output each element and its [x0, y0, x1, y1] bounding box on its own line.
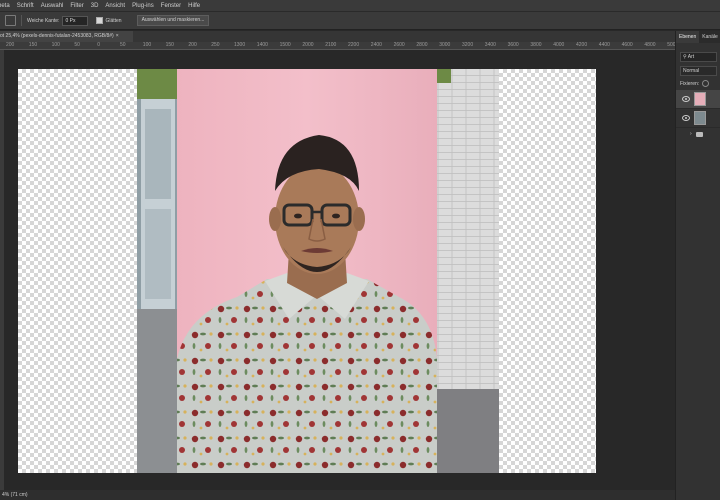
document-tab[interactable]: ot 25,4% (pexels-dennis-futalan-2453083,… — [0, 31, 133, 42]
ruler-tick-label: 1500 — [279, 42, 291, 48]
menu-item-help[interactable]: Hilfe — [188, 3, 200, 9]
document-tab-bar: ot 25,4% (pexels-dennis-futalan-2453083,… — [0, 31, 675, 42]
layer-filter-select[interactable]: ⚲ Art — [680, 52, 717, 62]
ruler-tick-label: 100 — [51, 42, 60, 48]
ruler-tick-label: 0 — [97, 42, 100, 48]
menu-item-edit[interactable]: beta — [0, 3, 10, 9]
close-icon[interactable]: × — [116, 33, 119, 39]
transparent-area-right — [499, 69, 596, 473]
blend-mode-select[interactable]: Normal — [680, 66, 717, 76]
menu-item-plugins[interactable]: Plug-ins — [132, 3, 154, 9]
ruler-tick-label: 4600 — [621, 42, 633, 48]
panel-tabs: Ebenen Kanäle — [676, 31, 720, 43]
lock-icon[interactable] — [702, 80, 710, 87]
ruler-tick-label: 2400 — [370, 42, 382, 48]
chevron-right-icon[interactable]: › — [690, 131, 692, 137]
menu-item-filter[interactable]: Filter — [70, 3, 83, 9]
transparent-area-left — [18, 69, 137, 473]
layers-panel: Ebenen Kanäle ⚲ Art Normal Fixieren: › — [675, 31, 720, 500]
ruler-tick-label: 3800 — [530, 42, 542, 48]
ruler-tick-label: 5000 — [667, 42, 675, 48]
visibility-eye-icon[interactable] — [682, 115, 690, 121]
layer-filter-label: Art — [687, 54, 695, 60]
ruler-tick-label: 3200 — [462, 42, 474, 48]
softedge-label: Weiche Kante: — [27, 17, 60, 24]
menu-item-3d[interactable]: 3D — [91, 3, 99, 9]
tab-layers[interactable]: Ebenen — [676, 31, 700, 43]
ruler-tick-label: 150 — [165, 42, 174, 48]
ruler-tick-label: 2800 — [416, 42, 428, 48]
ruler-tick-label: 200 — [188, 42, 197, 48]
document-tab-title: ot 25,4% (pexels-dennis-futalan-2453083,… — [0, 33, 114, 39]
status-bar: 4% (71 cm) — [0, 490, 675, 500]
menu-bar: beta Schrift Auswahl Filter 3D Ansicht P… — [0, 0, 720, 11]
ruler-tick-label: 4400 — [598, 42, 610, 48]
smooth-checkbox[interactable] — [96, 17, 104, 24]
folder-icon — [695, 131, 703, 137]
ruler-tick-label: 3000 — [439, 42, 451, 48]
ruler-tick-label: 150 — [28, 42, 38, 48]
ruler-tick-label: 100 — [142, 42, 152, 48]
menu-item-select[interactable]: Auswahl — [41, 3, 64, 9]
visibility-eye-icon[interactable] — [682, 96, 690, 102]
ruler-tick-label: 4200 — [576, 42, 588, 48]
ruler-tick-label: 3400 — [484, 42, 496, 48]
lock-label: Fixieren: — [680, 80, 700, 87]
divider — [21, 15, 22, 26]
softedge-input[interactable]: 0 Px — [62, 15, 89, 26]
ruler-tick-label: 2000 — [302, 42, 314, 48]
horizontal-ruler[interactable]: 200 150 100 50 0 50 100 150 200 250 1300 1400 1500 20… — [0, 42, 675, 50]
layer-thumbnail — [694, 92, 706, 106]
canvas-area[interactable] — [4, 50, 675, 490]
layer-thumbnail — [694, 111, 706, 125]
ruler-tick-label: 4000 — [553, 42, 565, 48]
layer-row-background[interactable] — [676, 109, 720, 128]
menu-item-view[interactable]: Ansicht — [105, 3, 125, 9]
tab-channels[interactable]: Kanäle — [699, 31, 720, 43]
ruler-tick-label: 50 — [74, 42, 80, 48]
ruler-tick-label: 1300 — [234, 42, 246, 48]
tool-preset-icon[interactable] — [5, 15, 16, 26]
layer-group-row[interactable]: › — [676, 128, 720, 140]
options-bar: Weiche Kante: 0 Px Glätten Auswählen und… — [0, 11, 720, 30]
ruler-tick-label: 2100 — [325, 42, 337, 48]
ruler-tick-label: 50 — [120, 42, 126, 48]
layer-row-photo[interactable] — [676, 90, 720, 109]
lock-row: Fixieren: — [680, 80, 720, 87]
ruler-tick-label: 2200 — [348, 42, 360, 48]
select-and-mask-button[interactable]: Auswählen und maskieren... — [136, 15, 210, 26]
menu-item-type[interactable]: Schrift — [17, 3, 34, 9]
photo-layer — [137, 69, 499, 473]
menu-item-window[interactable]: Fenster — [161, 3, 181, 9]
ruler-tick-label: 3600 — [507, 42, 519, 48]
zoom-readout: 4% (71 cm) — [2, 492, 28, 498]
ruler-tick-label: 250 — [211, 42, 220, 48]
smooth-label: Glätten — [105, 17, 122, 24]
ruler-tick-label: 2600 — [393, 42, 405, 48]
search-icon: ⚲ — [683, 54, 687, 60]
ruler-tick-label: 4800 — [644, 42, 656, 48]
ruler-tick-label: 1400 — [256, 42, 268, 48]
ruler-tick-label: 200 — [6, 42, 15, 48]
